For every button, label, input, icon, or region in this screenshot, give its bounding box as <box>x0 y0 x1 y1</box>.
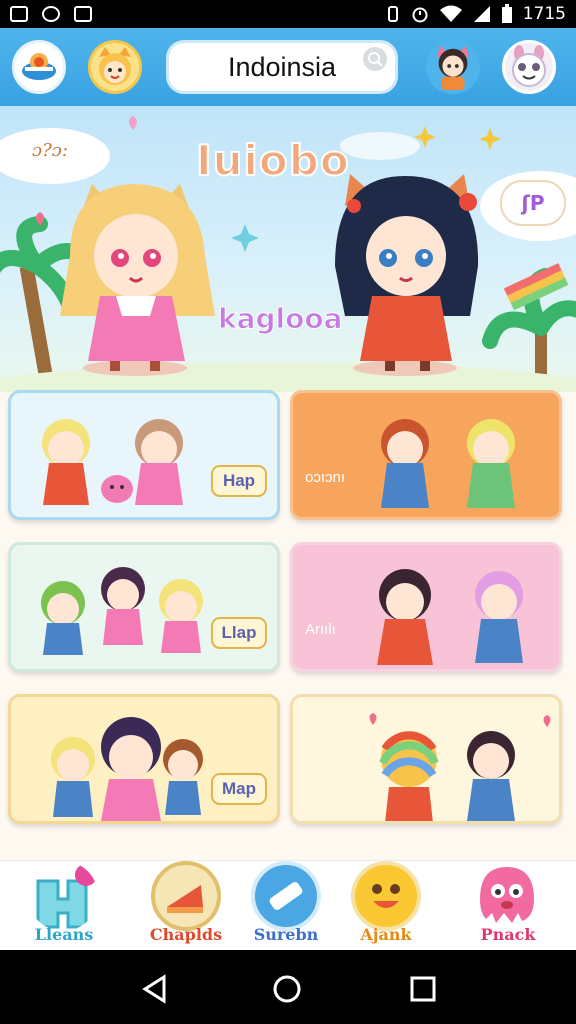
alarm-icon <box>412 7 428 23</box>
home-icon[interactable] <box>272 974 302 1004</box>
hero-subtitle: kaglooa <box>218 302 344 336</box>
photo-notification-icon <box>10 6 28 22</box>
smiley-icon <box>351 861 421 931</box>
nav-item-lleans[interactable]: Lleans <box>14 861 114 951</box>
nav-item-chaplds[interactable]: Chaplds <box>136 861 236 951</box>
card-5-button[interactable]: Map <box>211 773 267 805</box>
card-6[interactable] <box>290 694 562 824</box>
profile-avatar-button[interactable] <box>426 40 480 94</box>
nav-item-pnack[interactable]: Pnack <box>458 861 558 951</box>
bottom-navigation: Lleans Chaplds Surebn Ajank Pnack <box>0 860 576 950</box>
hero-note: ɔ?ɔ: <box>32 140 68 161</box>
signal-icon <box>473 6 490 22</box>
girl-avatar-icon <box>436 45 470 91</box>
battery-icon <box>501 4 512 23</box>
bunny-face-icon <box>512 45 546 87</box>
card-2-caption: oɔıɔnı <box>305 469 346 486</box>
download-notification-icon <box>74 6 92 22</box>
card-4[interactable]: Arıılı <box>290 542 562 672</box>
card-3[interactable]: Llap <box>8 542 280 672</box>
status-bar: 1715 <box>0 0 576 28</box>
cake-icon <box>151 861 221 931</box>
egg-bowl-icon <box>22 53 56 80</box>
cat-face-icon <box>99 47 131 85</box>
nav-item-ajank[interactable]: Ajank <box>336 861 436 951</box>
app-bar: Indoinsia <box>0 28 576 106</box>
back-icon[interactable] <box>140 974 170 1004</box>
card-1[interactable]: Hap <box>8 390 280 520</box>
card-3-button[interactable]: Llap <box>211 617 267 649</box>
eraser-icon <box>251 861 321 931</box>
wifi-icon <box>439 5 462 22</box>
card-4-illustration <box>377 569 523 665</box>
cat-avatar-button[interactable] <box>88 40 142 94</box>
card-4-caption: Arıılı <box>305 621 336 638</box>
blob-icon <box>480 867 534 923</box>
home-button[interactable] <box>12 40 66 94</box>
card-5[interactable]: Map <box>8 694 280 824</box>
hero-title: Iuiobo <box>195 135 350 186</box>
clock: 1715 <box>522 4 566 24</box>
card-3-illustration <box>41 567 203 655</box>
nav-label-ajank: Ajank <box>360 925 412 944</box>
nav-label-surebn: Surebn <box>253 925 319 944</box>
system-navigation-bar <box>0 950 576 1024</box>
pet-avatar-button[interactable] <box>502 40 556 94</box>
search-icon[interactable] <box>363 47 387 71</box>
vibrate-icon <box>387 6 398 22</box>
recents-icon[interactable] <box>408 974 438 1004</box>
nav-label-pnack: Pnack <box>480 925 536 944</box>
search-value: Indoinsia <box>227 51 337 82</box>
hero-banner[interactable]: ɔ?ɔ: Iuiobo kaglooa ʃP <box>0 106 576 392</box>
nav-label-chaplds: Chaplds <box>149 925 223 944</box>
card-2-illustration <box>381 419 515 508</box>
card-1-button[interactable]: Hap <box>211 465 267 497</box>
nav-label-lleans: Lleans <box>34 925 94 944</box>
card-2[interactable]: oɔıɔnı <box>290 390 562 520</box>
speech-bubble: ʃP <box>500 180 566 226</box>
nav-item-surebn[interactable]: Surebn <box>236 861 336 951</box>
notification-icons <box>10 6 92 22</box>
letter-icon <box>36 864 97 929</box>
card-6-illustration <box>369 713 551 821</box>
card-1-illustration <box>42 419 183 505</box>
sync-notification-icon <box>42 6 60 22</box>
search-field[interactable]: Indoinsia <box>166 40 398 94</box>
